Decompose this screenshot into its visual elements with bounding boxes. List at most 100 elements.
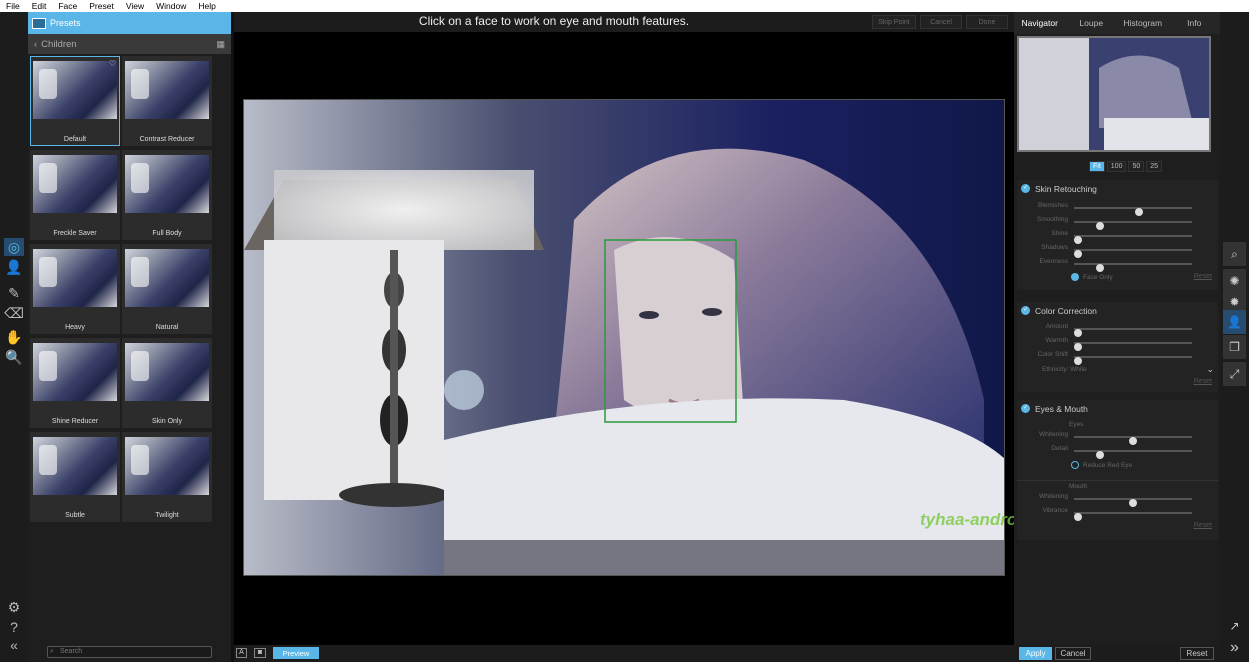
chevron-down-icon[interactable]: ⌄ — [1206, 364, 1214, 375]
view-mode-a-button[interactable]: A — [236, 648, 247, 658]
preset-tile[interactable]: ♡ Default — [30, 56, 120, 146]
slider-track[interactable] — [1074, 450, 1192, 459]
menu-file[interactable]: File — [6, 1, 20, 11]
skin-retouching-section: ✓ Skin Retouching Blemishes Smoothing Sh… — [1017, 180, 1218, 290]
cancel-button[interactable]: Cancel — [1055, 647, 1091, 660]
zoom-bar: Fit 100 50 25 — [1089, 161, 1163, 172]
preset-search-input[interactable]: ⌕ Search — [47, 646, 212, 658]
presets-header[interactable]: Presets — [28, 12, 231, 34]
preset-tile[interactable]: Twilight — [122, 432, 212, 522]
preset-tile[interactable]: Full Body — [122, 150, 212, 240]
share-icon[interactable]: ↗ — [1223, 614, 1246, 638]
slider-knob[interactable] — [1096, 222, 1104, 230]
tab-navigator[interactable]: Navigator — [1014, 18, 1066, 28]
photo-canvas[interactable] — [243, 99, 1005, 576]
preset-thumbnail — [33, 437, 117, 495]
preset-tile[interactable]: Heavy — [30, 244, 120, 334]
slider-knob[interactable] — [1096, 264, 1104, 272]
reduce-red-eye-toggle[interactable]: Reduce Red Eye — [1071, 461, 1132, 469]
slider-track[interactable] — [1074, 263, 1192, 272]
eyes-reset-link[interactable]: Reset — [1194, 522, 1212, 529]
slider-track[interactable] — [1074, 512, 1192, 521]
brush-icon[interactable]: ✎ — [4, 284, 24, 302]
presets-icon — [32, 17, 46, 29]
eraser-icon[interactable]: ⌫ — [4, 304, 24, 322]
menu-view[interactable]: View — [126, 1, 144, 11]
preset-thumbnail — [33, 249, 117, 307]
heart-icon[interactable]: ♡ — [109, 59, 116, 68]
eyes-mouth-checkbox[interactable]: ✓ — [1021, 404, 1030, 413]
slider-track[interactable] — [1074, 249, 1192, 258]
slider-track[interactable] — [1074, 498, 1192, 507]
zoom-25-button[interactable]: 25 — [1146, 161, 1163, 172]
slider-label: Whitening — [1039, 431, 1068, 438]
preset-tile[interactable]: Skin Only — [122, 338, 212, 428]
hand-icon[interactable]: ✋ — [4, 328, 24, 346]
collapse-left-icon[interactable]: « — [4, 636, 24, 654]
navigator-thumbnail[interactable] — [1017, 36, 1211, 152]
menu-preset[interactable]: Preset — [89, 1, 114, 11]
help-icon[interactable]: ? — [4, 618, 24, 636]
color-correction-checkbox[interactable]: ✓ — [1021, 306, 1030, 315]
color-reset-link[interactable]: Reset — [1194, 378, 1212, 385]
slider-track[interactable] — [1074, 342, 1192, 351]
apply-button[interactable]: Apply — [1019, 647, 1052, 660]
slider-knob[interactable] — [1074, 357, 1082, 365]
cancel-point-button[interactable]: Cancel — [920, 15, 962, 29]
mask-view-icon[interactable]: ◙ — [254, 648, 266, 658]
ethnicity-select[interactable]: Ethnicity: White — [1042, 366, 1087, 373]
slider-track[interactable] — [1074, 207, 1192, 216]
portrait-photo[interactable] — [244, 100, 1005, 576]
browse-icon[interactable]: ⌕ — [1223, 242, 1246, 266]
slider-track[interactable] — [1074, 221, 1192, 230]
slider-knob[interactable] — [1129, 499, 1137, 507]
preset-category-bar[interactable]: ‹ Children ▦ — [28, 34, 231, 54]
slider-label: Warmth — [1045, 337, 1068, 344]
slider-track[interactable] — [1074, 328, 1192, 337]
preset-tile[interactable]: Shine Reducer — [30, 338, 120, 428]
slider-knob[interactable] — [1096, 451, 1104, 459]
reset-button[interactable]: Reset — [1180, 647, 1214, 660]
slider-knob[interactable] — [1129, 437, 1137, 445]
slider-knob[interactable] — [1134, 208, 1143, 216]
tab-histogram[interactable]: Histogram — [1117, 18, 1169, 28]
done-button[interactable]: Done — [966, 15, 1008, 29]
menu-help[interactable]: Help — [198, 1, 215, 11]
preset-tile[interactable]: Contrast Reducer — [122, 56, 212, 146]
slider-knob[interactable] — [1074, 329, 1082, 337]
resize-icon[interactable]: ⤢ — [1223, 362, 1246, 386]
tab-loupe[interactable]: Loupe — [1066, 18, 1118, 28]
slider-track[interactable] — [1074, 235, 1192, 244]
preset-tile[interactable]: Natural — [122, 244, 212, 334]
slider-knob[interactable] — [1074, 250, 1082, 258]
zoom-icon[interactable]: 🔍 — [4, 348, 24, 366]
zoom-50-button[interactable]: 50 — [1128, 161, 1145, 172]
zoom-100-button[interactable]: 100 — [1106, 161, 1127, 172]
skip-point-button[interactable]: Skip Point — [872, 15, 916, 29]
chevron-left-icon[interactable]: ‹ — [34, 39, 37, 50]
face-only-toggle[interactable]: Face Only — [1071, 273, 1113, 281]
preset-label: Freckle Saver — [53, 230, 97, 237]
skin-retouching-checkbox[interactable]: ✓ — [1021, 184, 1030, 193]
skin-reset-link[interactable]: Reset — [1194, 273, 1212, 280]
gear-icon[interactable]: ⚙ — [4, 598, 24, 616]
preset-tile[interactable]: Subtle — [30, 432, 120, 522]
menu-face[interactable]: Face — [58, 1, 77, 11]
zoom-fit-button[interactable]: Fit — [1089, 161, 1105, 172]
slider-track[interactable] — [1074, 436, 1192, 445]
grid-view-icon[interactable]: ▦ — [216, 39, 225, 50]
slider-knob[interactable] — [1074, 343, 1082, 351]
preview-button[interactable]: Preview — [273, 647, 319, 659]
face-select-icon[interactable]: ◎ — [4, 238, 24, 256]
expand-right-icon[interactable]: » — [1223, 636, 1246, 660]
slider-track[interactable] — [1074, 356, 1192, 365]
preset-tile[interactable]: Freckle Saver — [30, 150, 120, 240]
tab-info[interactable]: Info — [1169, 18, 1221, 28]
layers-icon[interactable]: ❐ — [1223, 335, 1246, 359]
slider-knob[interactable] — [1074, 236, 1082, 244]
portrait-edit-icon[interactable]: 👤 — [1223, 310, 1246, 334]
slider-knob[interactable] — [1074, 513, 1082, 521]
menu-edit[interactable]: Edit — [32, 1, 47, 11]
person-icon[interactable]: 👤 — [4, 258, 24, 276]
menu-window[interactable]: Window — [156, 1, 186, 11]
